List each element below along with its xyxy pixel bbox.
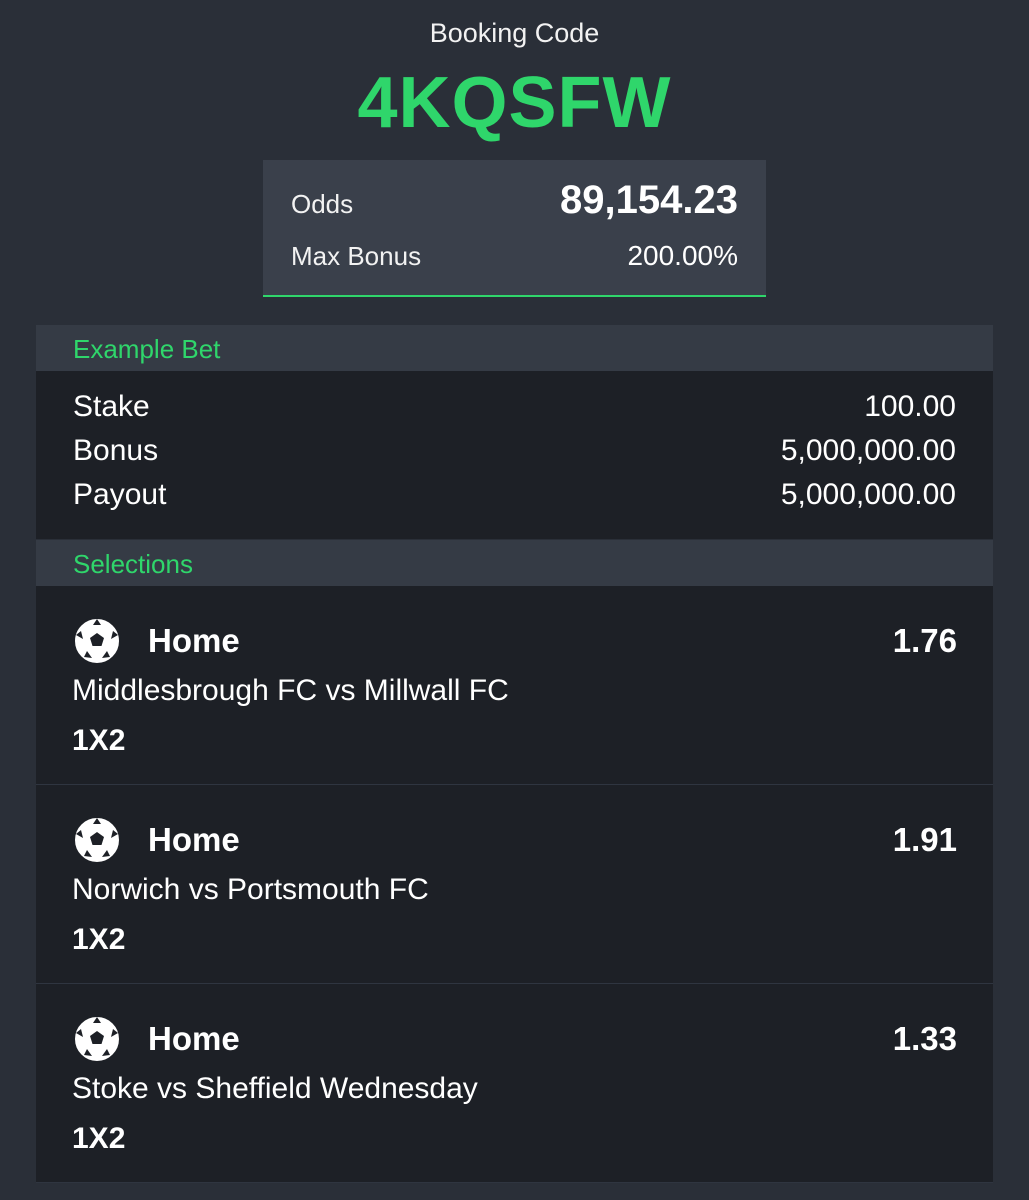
payout-row: Payout 5,000,000.00 [73, 477, 956, 521]
selection-market: 1X2 [72, 923, 126, 956]
selection-pick-group: Home [72, 815, 240, 865]
selection-odds: 1.33 [892, 1020, 957, 1057]
selection-item[interactable]: Home 1.91 Norwich vs Portsmouth FC 1X2 [36, 785, 993, 984]
selection-top-row: Home 1.33 [72, 1014, 957, 1064]
payout-value: 5,000,000.00 [780, 478, 956, 511]
selection-item[interactable]: Home 1.76 Middlesbrough FC vs Millwall F… [36, 586, 993, 785]
odds-label: Odds [291, 189, 354, 219]
selection-pick: Home [148, 622, 240, 659]
selections-header: Selections [36, 540, 993, 586]
selection-market: 1X2 [72, 724, 126, 757]
booking-code-value: 4KQSFW [357, 63, 672, 143]
selection-top-row: Home 1.91 [72, 815, 957, 865]
selection-odds: 1.76 [892, 622, 957, 659]
soccer-ball-icon [72, 616, 122, 666]
selection-pick: Home [148, 1020, 240, 1057]
selection-item[interactable]: Home 1.33 Stoke vs Sheffield Wednesday 1… [36, 984, 993, 1183]
max-bonus-label: Max Bonus [291, 241, 422, 271]
odds-row: Odds 89,154.23 [291, 178, 738, 223]
odds-summary-card: Odds 89,154.23 Max Bonus 200.00% [263, 160, 766, 297]
selection-match: Norwich vs Portsmouth FC [72, 873, 429, 906]
stake-label: Stake [73, 390, 150, 423]
selection-odds: 1.91 [892, 821, 957, 858]
stake-value: 100.00 [864, 390, 956, 423]
bonus-label: Bonus [73, 434, 159, 467]
selection-pick-group: Home [72, 1014, 240, 1064]
bonus-value: 5,000,000.00 [780, 434, 956, 467]
selections-panel: Selections Home 1.76 Middlesbrough FC vs… [36, 540, 993, 1183]
selection-pick: Home [148, 821, 240, 858]
selection-market: 1X2 [72, 1122, 126, 1155]
example-bet-panel: Example Bet Stake 100.00 Bonus 5,000,000… [36, 325, 993, 539]
selection-top-row: Home 1.76 [72, 616, 957, 666]
total-odds-value: 89,154.23 [560, 178, 738, 222]
stake-row: Stake 100.00 [73, 389, 956, 433]
example-bet-header: Example Bet [36, 325, 993, 371]
soccer-ball-icon [72, 1014, 122, 1064]
soccer-ball-icon [72, 815, 122, 865]
example-bet-body: Stake 100.00 Bonus 5,000,000.00 Payout 5… [36, 371, 993, 539]
booking-code-label: Booking Code [429, 18, 600, 48]
payout-label: Payout [73, 478, 167, 511]
selection-pick-group: Home [72, 616, 240, 666]
max-bonus-value: 200.00% [627, 240, 738, 271]
bonus-row: Bonus 5,000,000.00 [73, 433, 956, 477]
selection-match: Middlesbrough FC vs Millwall FC [72, 674, 509, 707]
max-bonus-row: Max Bonus 200.00% [291, 240, 738, 272]
selection-match: Stoke vs Sheffield Wednesday [72, 1072, 478, 1105]
